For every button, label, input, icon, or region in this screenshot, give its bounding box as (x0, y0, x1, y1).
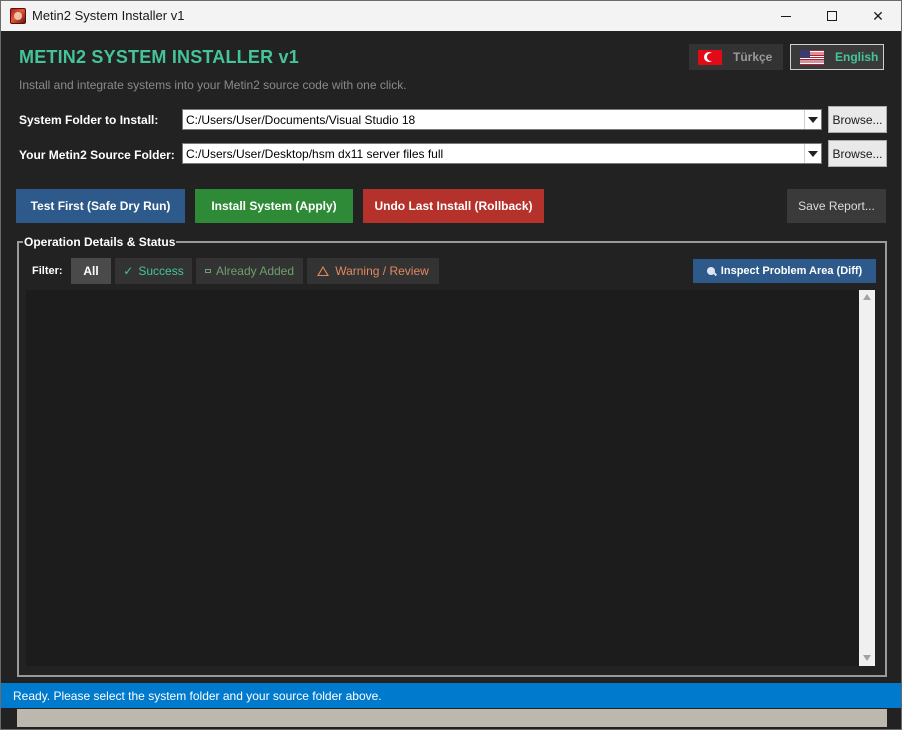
log-scrollbar[interactable] (859, 290, 875, 666)
language-english-button[interactable]: English (790, 44, 884, 70)
system-folder-input[interactable] (186, 112, 801, 127)
filter-already-added-button[interactable]: Already Added (196, 258, 303, 284)
app-icon (10, 8, 26, 24)
inspect-diff-label: Inspect Problem Area (Diff) (720, 265, 863, 277)
title-bar: Metin2 System Installer v1 ✕ (1, 1, 901, 31)
system-folder-label: System Folder to Install: (19, 113, 159, 127)
scroll-up-icon[interactable] (863, 294, 871, 300)
filter-warning-button[interactable]: Warning / Review (307, 258, 439, 284)
chevron-down-icon[interactable] (804, 144, 821, 163)
operation-log-area[interactable] (26, 290, 859, 666)
filter-success-label: Success (138, 264, 184, 278)
status-bar: Ready. Please select the system folder a… (1, 683, 901, 708)
language-turkish-label: Türkçe (733, 50, 773, 64)
small-box-icon (204, 269, 211, 273)
turkey-flag-icon (698, 49, 722, 65)
minimize-button[interactable] (763, 1, 809, 31)
inspect-diff-button[interactable]: Inspect Problem Area (Diff) (693, 259, 876, 283)
close-button[interactable]: ✕ (855, 1, 901, 31)
close-icon: ✕ (872, 7, 884, 24)
warning-icon (317, 266, 330, 276)
chevron-down-icon[interactable] (804, 110, 821, 129)
filter-already-added-label: Already Added (215, 264, 295, 278)
minimize-icon (781, 15, 791, 17)
check-icon: ✓ (123, 264, 134, 278)
source-folder-label: Your Metin2 Source Folder: (19, 148, 175, 162)
filter-label: Filter: (32, 265, 63, 277)
app-subtitle: Install and integrate systems into your … (19, 78, 407, 92)
save-report-button[interactable]: Save Report... (787, 189, 886, 223)
operation-details-title: Operation Details & Status (23, 235, 177, 249)
install-system-button[interactable]: Install System (Apply) (195, 189, 353, 223)
maximize-button[interactable] (809, 1, 855, 31)
filter-all-button[interactable]: All (71, 258, 111, 284)
source-folder-browse-button[interactable]: Browse... (828, 140, 887, 167)
filter-warning-label: Warning / Review (335, 264, 429, 278)
filter-all-label: All (83, 264, 99, 278)
test-dry-run-button[interactable]: Test First (Safe Dry Run) (16, 189, 185, 223)
scroll-down-icon[interactable] (863, 655, 871, 661)
source-folder-input[interactable] (186, 146, 801, 161)
filter-success-button[interactable]: ✓ Success (115, 258, 192, 284)
maximize-icon (827, 11, 837, 21)
installer-window: Metin2 System Installer v1 ✕ METIN2 SYST… (0, 0, 902, 730)
language-turkish-button[interactable]: Türkçe (689, 44, 783, 70)
app-title: METIN2 SYSTEM INSTALLER v1 (19, 47, 299, 67)
language-english-label: English (835, 50, 879, 64)
usa-flag-icon (800, 49, 824, 65)
system-folder-combo[interactable] (182, 109, 822, 130)
undo-rollback-button[interactable]: Undo Last Install (Rollback) (363, 189, 544, 223)
system-folder-browse-button[interactable]: Browse... (828, 106, 887, 133)
window-title: Metin2 System Installer v1 (32, 8, 185, 23)
progress-bar (17, 709, 887, 727)
status-text: Ready. Please select the system folder a… (13, 688, 382, 703)
source-folder-combo[interactable] (182, 143, 822, 164)
search-icon (706, 267, 715, 275)
